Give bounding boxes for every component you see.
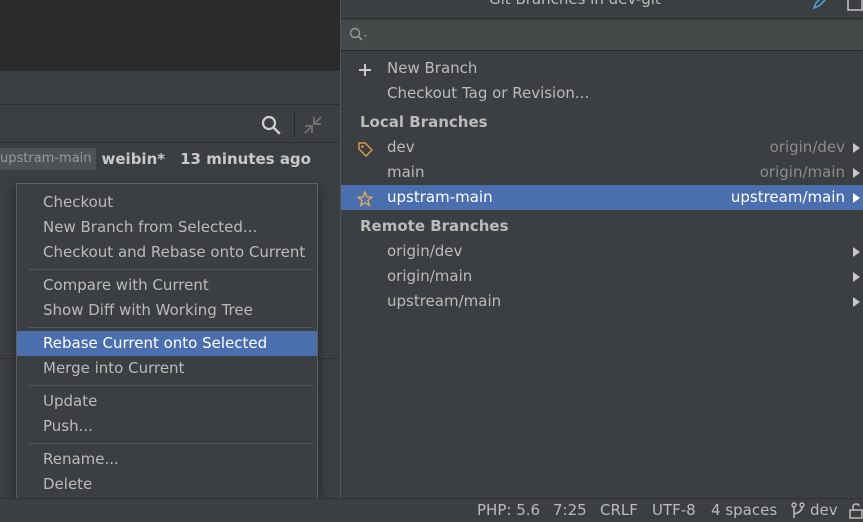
- menu-item-show-diff[interactable]: Show Diff with Working Tree: [17, 298, 317, 323]
- tracking-branch: origin/main: [759, 163, 845, 181]
- action-label: New Branch: [387, 59, 478, 77]
- menu-separator: [29, 443, 313, 444]
- menu-item-push[interactable]: Push...: [17, 414, 317, 439]
- popup-header: Git Branches in dev-git: [341, 0, 863, 19]
- status-bar: PHP: 5.6 7:25 CRLF UTF-8 4 spaces dev: [0, 498, 863, 522]
- editor-area: [0, 0, 340, 71]
- tracking-branch: origin/dev: [769, 138, 845, 156]
- menu-item-rename[interactable]: Rename...: [17, 447, 317, 472]
- menu-item-checkout[interactable]: Checkout: [17, 190, 317, 215]
- remote-branch-item[interactable]: origin/dev: [341, 239, 863, 264]
- branch-name: upstram-main: [387, 188, 493, 206]
- action-checkout-tag-or-revision[interactable]: Checkout Tag or Revision...: [341, 81, 863, 106]
- menu-separator: [29, 385, 313, 386]
- menu-item-rebase-current-onto-selected[interactable]: Rebase Current onto Selected: [17, 331, 317, 356]
- edit-icon[interactable]: [812, 0, 828, 10]
- menu-item-checkout-and-rebase[interactable]: Checkout and Rebase onto Current: [17, 240, 317, 265]
- branch-name: upstream/main: [387, 292, 502, 310]
- menu-separator: [29, 269, 313, 270]
- branch-name: dev: [387, 138, 415, 156]
- menu-separator: [29, 327, 313, 328]
- branch-search-row: [341, 20, 863, 51]
- search-icon[interactable]: [349, 27, 371, 43]
- toolbar-divider: [294, 110, 295, 138]
- collapse-icon[interactable]: [302, 114, 324, 136]
- plus-icon: [357, 61, 373, 77]
- action-label: Checkout Tag or Revision...: [387, 84, 590, 102]
- git-branches-popup: Git Branches in dev-git New Branch Check…: [340, 0, 863, 498]
- chevron-right-icon: [853, 297, 860, 307]
- git-branch-widget[interactable]: dev: [810, 501, 838, 519]
- branch-label-tag: upstram-main: [0, 148, 96, 170]
- chevron-right-icon: [853, 143, 860, 153]
- local-branches-header: Local Branches: [341, 110, 863, 135]
- menu-item-delete[interactable]: Delete: [17, 472, 317, 497]
- log-toolbar: [0, 105, 340, 143]
- tracking-branch: upstream/main: [730, 188, 845, 206]
- file-encoding[interactable]: UTF-8: [652, 501, 696, 519]
- remote-branch-item[interactable]: origin/main: [341, 264, 863, 289]
- commit-row[interactable]: upstram-main weibin* 13 minutes ago: [0, 145, 340, 173]
- tool-window-header: [0, 71, 340, 105]
- search-icon[interactable]: [260, 114, 282, 136]
- chevron-right-icon: [853, 247, 860, 257]
- menu-item-merge-into-current[interactable]: Merge into Current: [17, 356, 317, 381]
- line-separator[interactable]: CRLF: [600, 501, 638, 519]
- chevron-right-icon: [853, 272, 860, 282]
- remote-branch-item[interactable]: upstream/main: [341, 289, 863, 314]
- git-branch-icon: [791, 502, 805, 519]
- menu-item-compare-with-current[interactable]: Compare with Current: [17, 273, 317, 298]
- branch-name: origin/dev: [387, 242, 463, 260]
- chevron-right-icon: [853, 193, 860, 203]
- popup-title: Git Branches in dev-git: [489, 0, 661, 8]
- commit-author: weibin*: [101, 150, 166, 168]
- branch-list: New Branch Checkout Tag or Revision... L…: [341, 56, 863, 314]
- branch-name: main: [387, 163, 425, 181]
- branch-item-dev[interactable]: dev origin/dev: [341, 135, 863, 160]
- indent-setting[interactable]: 4 spaces: [711, 501, 777, 519]
- branch-search-input[interactable]: [373, 23, 853, 47]
- section-header: Remote Branches: [360, 217, 509, 235]
- branch-name: origin/main: [387, 267, 473, 285]
- star-icon: [356, 190, 374, 208]
- settings-icon[interactable]: [846, 0, 863, 12]
- branch-context-menu: Checkout New Branch from Selected... Che…: [16, 183, 318, 501]
- action-new-branch[interactable]: New Branch: [341, 56, 863, 81]
- branch-item-main[interactable]: main origin/main: [341, 160, 863, 185]
- remote-branches-header: Remote Branches: [341, 214, 863, 239]
- menu-item-update[interactable]: Update: [17, 389, 317, 414]
- section-header: Local Branches: [360, 113, 488, 131]
- lock-icon[interactable]: [849, 502, 863, 519]
- cursor-position[interactable]: 7:25: [553, 501, 587, 519]
- commit-time: 13 minutes ago: [180, 150, 311, 168]
- tag-icon: [357, 140, 374, 158]
- php-version[interactable]: PHP: 5.6: [477, 501, 540, 519]
- menu-item-new-branch-from-selected[interactable]: New Branch from Selected...: [17, 215, 317, 240]
- branch-item-upstram-main[interactable]: upstram-main upstream/main: [341, 185, 863, 210]
- chevron-right-icon: [853, 168, 860, 178]
